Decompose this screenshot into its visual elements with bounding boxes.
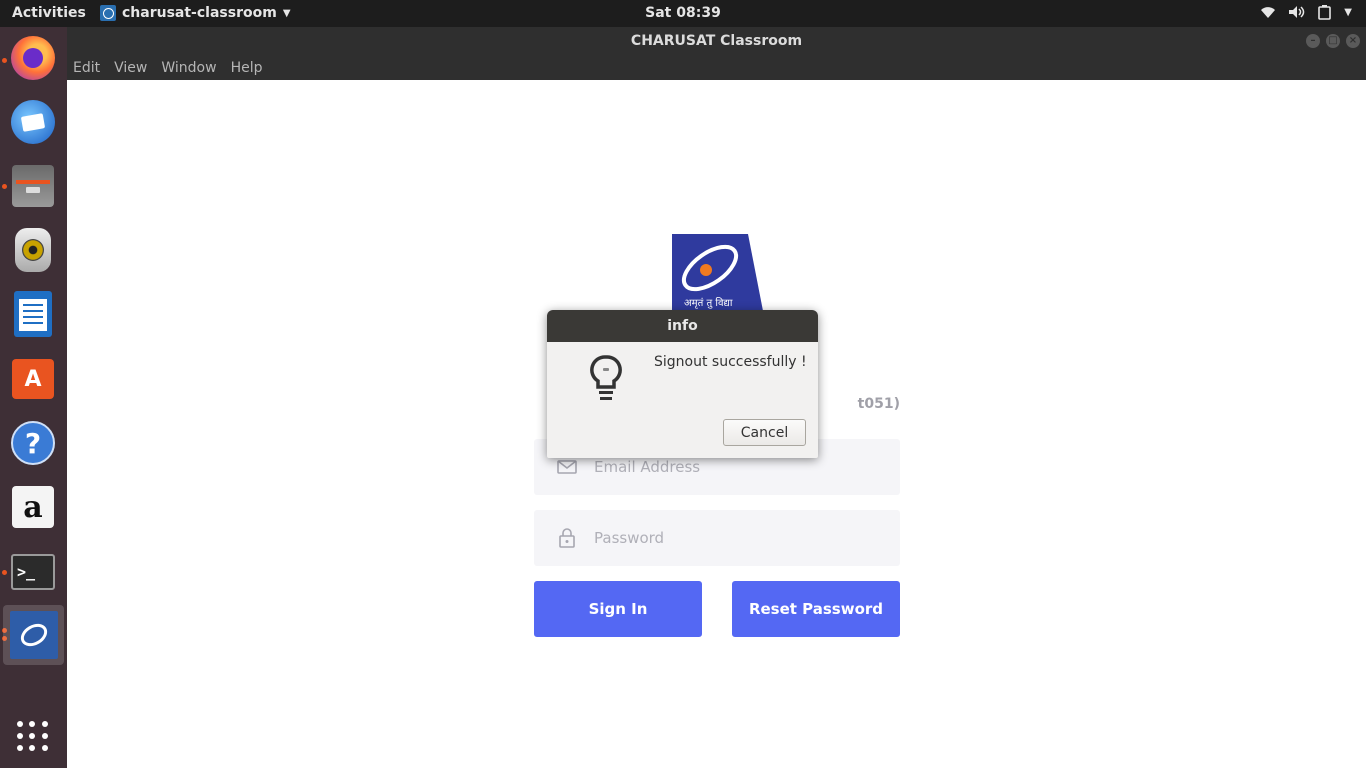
menu-view[interactable]: View	[114, 60, 147, 76]
charusat-classroom-icon	[9, 611, 58, 659]
sign-in-button[interactable]: Sign In	[534, 581, 702, 637]
amazon-icon: a	[12, 486, 54, 528]
thunderbird-icon	[11, 100, 55, 144]
dock-amazon[interactable]: a	[8, 482, 58, 532]
help-icon: ?	[11, 421, 55, 465]
window-title-bar[interactable]: CHARUSAT Classroom – □ ×	[67, 27, 1366, 55]
charusat-app-icon	[100, 5, 116, 21]
volume-icon[interactable]	[1288, 5, 1306, 19]
cancel-button[interactable]: Cancel	[723, 419, 806, 446]
libreoffice-writer-icon	[14, 291, 52, 337]
running-indicator	[2, 570, 7, 575]
dock-terminal[interactable]: >_	[8, 547, 58, 597]
firefox-icon	[11, 36, 55, 80]
reset-password-button[interactable]: Reset Password	[732, 581, 900, 637]
dock: A ? a >_	[0, 27, 67, 768]
info-dialog: info Signout successfully ! Cancel	[547, 310, 818, 458]
dock-rhythmbox[interactable]	[8, 225, 58, 275]
lightbulb-icon	[590, 355, 622, 400]
close-icon[interactable]: ×	[1346, 34, 1360, 48]
dialog-title[interactable]: info	[547, 310, 818, 342]
system-menu-chevron-icon[interactable]: ▼	[1344, 7, 1352, 18]
software-center-icon: A	[12, 359, 54, 399]
activities-button[interactable]: Activities	[12, 5, 86, 21]
wifi-icon[interactable]	[1260, 5, 1276, 19]
minimize-icon[interactable]: –	[1306, 34, 1320, 48]
email-input[interactable]	[594, 458, 874, 476]
dock-writer[interactable]	[8, 289, 58, 339]
dialog-message: Signout successfully !	[654, 354, 807, 370]
dock-software-center[interactable]: A	[8, 354, 58, 404]
system-tray[interactable]: ▼	[1260, 4, 1352, 20]
dock-files[interactable]	[8, 161, 58, 211]
show-applications-icon	[17, 720, 49, 752]
mail-icon	[554, 460, 580, 474]
app-menu-label: charusat-classroom	[122, 5, 277, 21]
battery-icon[interactable]	[1318, 4, 1332, 20]
terminal-icon: >_	[11, 554, 55, 590]
password-input[interactable]	[594, 529, 874, 547]
maximize-icon[interactable]: □	[1326, 34, 1340, 48]
menu-bar: Edit View Window Help	[67, 55, 1366, 80]
running-indicator	[2, 184, 7, 189]
files-icon	[12, 165, 54, 207]
logo-motto: अमृतं तु विद्या	[684, 297, 733, 309]
dock-help[interactable]: ?	[8, 418, 58, 468]
dock-firefox[interactable]	[8, 33, 58, 83]
clock[interactable]: Sat 08:39	[645, 5, 721, 21]
menu-edit[interactable]: Edit	[73, 60, 100, 76]
dock-charusat-classroom[interactable]	[3, 605, 64, 665]
app-menu[interactable]: charusat-classroom ▼	[100, 5, 291, 21]
password-field[interactable]	[534, 510, 900, 566]
dock-show-applications[interactable]	[8, 711, 58, 761]
top-bar: Activities charusat-classroom ▼ Sat 08:3…	[0, 0, 1366, 27]
window-title: CHARUSAT Classroom	[630, 33, 803, 49]
lock-icon	[554, 528, 580, 548]
rhythmbox-icon	[15, 228, 51, 272]
menu-window[interactable]: Window	[161, 60, 216, 76]
menu-help[interactable]: Help	[231, 60, 263, 76]
chevron-down-icon: ▼	[282, 7, 291, 19]
dock-thunderbird[interactable]	[8, 97, 58, 147]
running-indicator	[2, 58, 7, 63]
charusat-logo: अमृतं तु विद्या	[672, 234, 764, 316]
